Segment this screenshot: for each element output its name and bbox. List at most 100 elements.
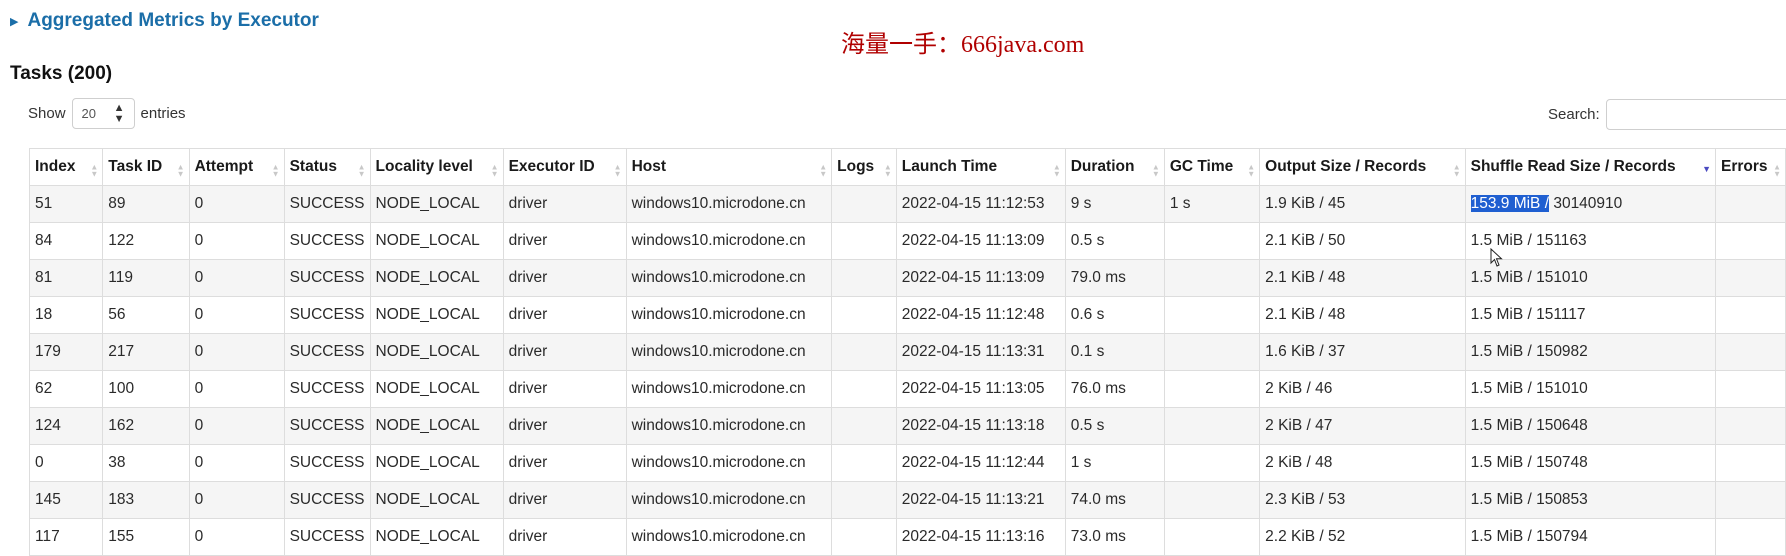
- table-cell: [1715, 481, 1786, 519]
- table-cell: SUCCESS: [283, 370, 371, 408]
- table-cell: 9 s: [1064, 185, 1165, 223]
- column-header[interactable]: Host ▲ ▼: [625, 148, 833, 186]
- table-cell: 1.5 MiB / 150853: [1464, 481, 1717, 519]
- table-row: 51 89 0 SUCCESS NODE_LOCAL driver windows10.mi…: [28, 185, 1786, 223]
- watermark-text: 海量一手：666java.com: [841, 32, 1085, 58]
- table-cell: NODE_LOCAL: [369, 407, 504, 445]
- column-header[interactable]: Executor ID ▲ ▼: [502, 148, 627, 186]
- table-cell: 79.0 ms: [1064, 259, 1165, 297]
- table-cell: driver: [502, 259, 627, 297]
- column-header[interactable]: Locality level ▲ ▼: [369, 148, 504, 186]
- table-cell: 124: [28, 407, 104, 445]
- page-length-control: Show 20 ▲ ▼ entries: [28, 98, 186, 129]
- table-cell: 2.3 KiB / 53: [1259, 481, 1466, 519]
- column-header[interactable]: Index ▲ ▼: [28, 148, 104, 186]
- table-cell: NODE_LOCAL: [369, 185, 504, 223]
- table-cell: 1.6 KiB / 37: [1259, 333, 1466, 371]
- table-cell: 119: [102, 259, 190, 297]
- table-cell: 0: [188, 296, 285, 334]
- aggregated-metrics-title: Aggregated Metrics by Executor: [27, 10, 319, 31]
- table-cell: SUCCESS: [283, 185, 371, 223]
- table-cell: 1 s: [1064, 444, 1165, 482]
- sort-both-icon: ▲ ▼: [357, 162, 366, 179]
- table-cell: SUCCESS: [283, 407, 371, 445]
- table-cell: 2.1 KiB / 48: [1259, 296, 1466, 334]
- table-cell: [1163, 296, 1261, 334]
- table-cell: NODE_LOCAL: [369, 259, 504, 297]
- table-cell: 2022-04-15 11:13:09: [895, 259, 1066, 297]
- mouse-cursor-icon: [1490, 248, 1503, 267]
- table-cell: 2.1 KiB / 50: [1259, 222, 1466, 260]
- table-cell: driver: [502, 407, 627, 445]
- column-header[interactable]: Errors ▲ ▼: [1715, 148, 1786, 186]
- table-cell: windows10.microdone.cn: [625, 444, 833, 482]
- sort-both-icon: ▲ ▼: [1452, 162, 1461, 179]
- table-cell: [1715, 444, 1786, 482]
- table-cell: driver: [502, 222, 627, 260]
- table-cell: 1.5 MiB / 151010: [1464, 370, 1717, 408]
- table-cell: windows10.microdone.cn: [625, 296, 833, 334]
- entries-label: entries: [140, 105, 186, 122]
- table-cell: 0: [28, 444, 104, 482]
- selected-text: 153.9 MiB /: [1470, 195, 1550, 212]
- table-cell: [1715, 333, 1786, 371]
- table-cell: windows10.microdone.cn: [625, 259, 833, 297]
- table-cell: 1.5 MiB / 150748: [1464, 444, 1717, 482]
- table-cell: 74.0 ms: [1064, 481, 1165, 519]
- table-cell: [831, 444, 897, 482]
- page-length-select[interactable]: 20 ▲ ▼: [71, 98, 135, 129]
- column-header[interactable]: Launch Time ▲ ▼: [895, 148, 1066, 186]
- table-cell: [1163, 444, 1261, 482]
- table-cell: SUCCESS: [283, 296, 371, 334]
- sort-both-icon: ▲ ▼: [613, 162, 622, 179]
- table-cell: [1715, 259, 1786, 297]
- table-cell: [1715, 222, 1786, 260]
- column-header[interactable]: Logs ▲ ▼: [831, 148, 897, 186]
- table-cell: 0.1 s: [1064, 333, 1165, 371]
- table-cell: NODE_LOCAL: [369, 444, 504, 482]
- column-header[interactable]: Shuffle Read Size / Records ▼: [1464, 148, 1717, 186]
- table-cell: [831, 370, 897, 408]
- table-cell: [831, 259, 897, 297]
- table-cell: 18: [28, 296, 104, 334]
- sort-both-icon: ▲ ▼: [271, 162, 280, 179]
- table-cell: 1.5 MiB / 151117: [1464, 296, 1717, 334]
- table-cell: 1.5 MiB / 150982: [1464, 333, 1717, 371]
- table-cell: 2022-04-15 11:13:18: [895, 407, 1066, 445]
- column-header[interactable]: Task ID ▲ ▼: [102, 148, 190, 186]
- table-cell: [1163, 481, 1261, 519]
- sort-both-icon: ▲ ▼: [490, 162, 499, 179]
- triangle-right-icon: ▶: [10, 15, 19, 28]
- table-cell: [1163, 259, 1261, 297]
- sort-both-icon: ▲ ▼: [1773, 162, 1781, 179]
- column-header[interactable]: GC Time ▲ ▼: [1163, 148, 1261, 186]
- table-cell: driver: [502, 370, 627, 408]
- table-cell: [1163, 333, 1261, 371]
- table-cell: [831, 222, 897, 260]
- aggregated-metrics-toggle[interactable]: ▶ Aggregated Metrics by Executor: [10, 10, 319, 32]
- table-cell: 2022-04-15 11:13:21: [895, 481, 1066, 519]
- search-input[interactable]: [1605, 99, 1786, 130]
- table-cell: 76.0 ms: [1064, 370, 1165, 408]
- table-cell: [831, 481, 897, 519]
- table-cell: 2022-04-15 11:13:05: [895, 370, 1066, 408]
- column-header[interactable]: Duration ▲ ▼: [1064, 148, 1165, 186]
- table-cell: 89: [102, 185, 190, 223]
- show-label: Show: [28, 105, 66, 122]
- table-cell: driver: [502, 333, 627, 371]
- table-cell: NODE_LOCAL: [369, 222, 504, 260]
- table-cell: 0: [188, 444, 285, 482]
- table-cell: [1715, 296, 1786, 334]
- table-cell: 2 KiB / 47: [1259, 407, 1466, 445]
- table-cell: 0: [188, 259, 285, 297]
- table-cell: [1715, 407, 1786, 445]
- table-cell: 2022-04-15 11:13:09: [895, 222, 1066, 260]
- table-cell: [831, 296, 897, 334]
- cell-text-rest: 30140910: [1549, 195, 1623, 212]
- column-header[interactable]: Output Size / Records ▲ ▼: [1259, 148, 1466, 186]
- column-header[interactable]: Attempt ▲ ▼: [188, 148, 285, 186]
- table-cell: 0.5 s: [1064, 222, 1165, 260]
- column-header[interactable]: Status ▲ ▼: [283, 148, 371, 186]
- sort-both-icon: ▲ ▼: [1052, 162, 1061, 179]
- table-cell: NODE_LOCAL: [369, 370, 504, 408]
